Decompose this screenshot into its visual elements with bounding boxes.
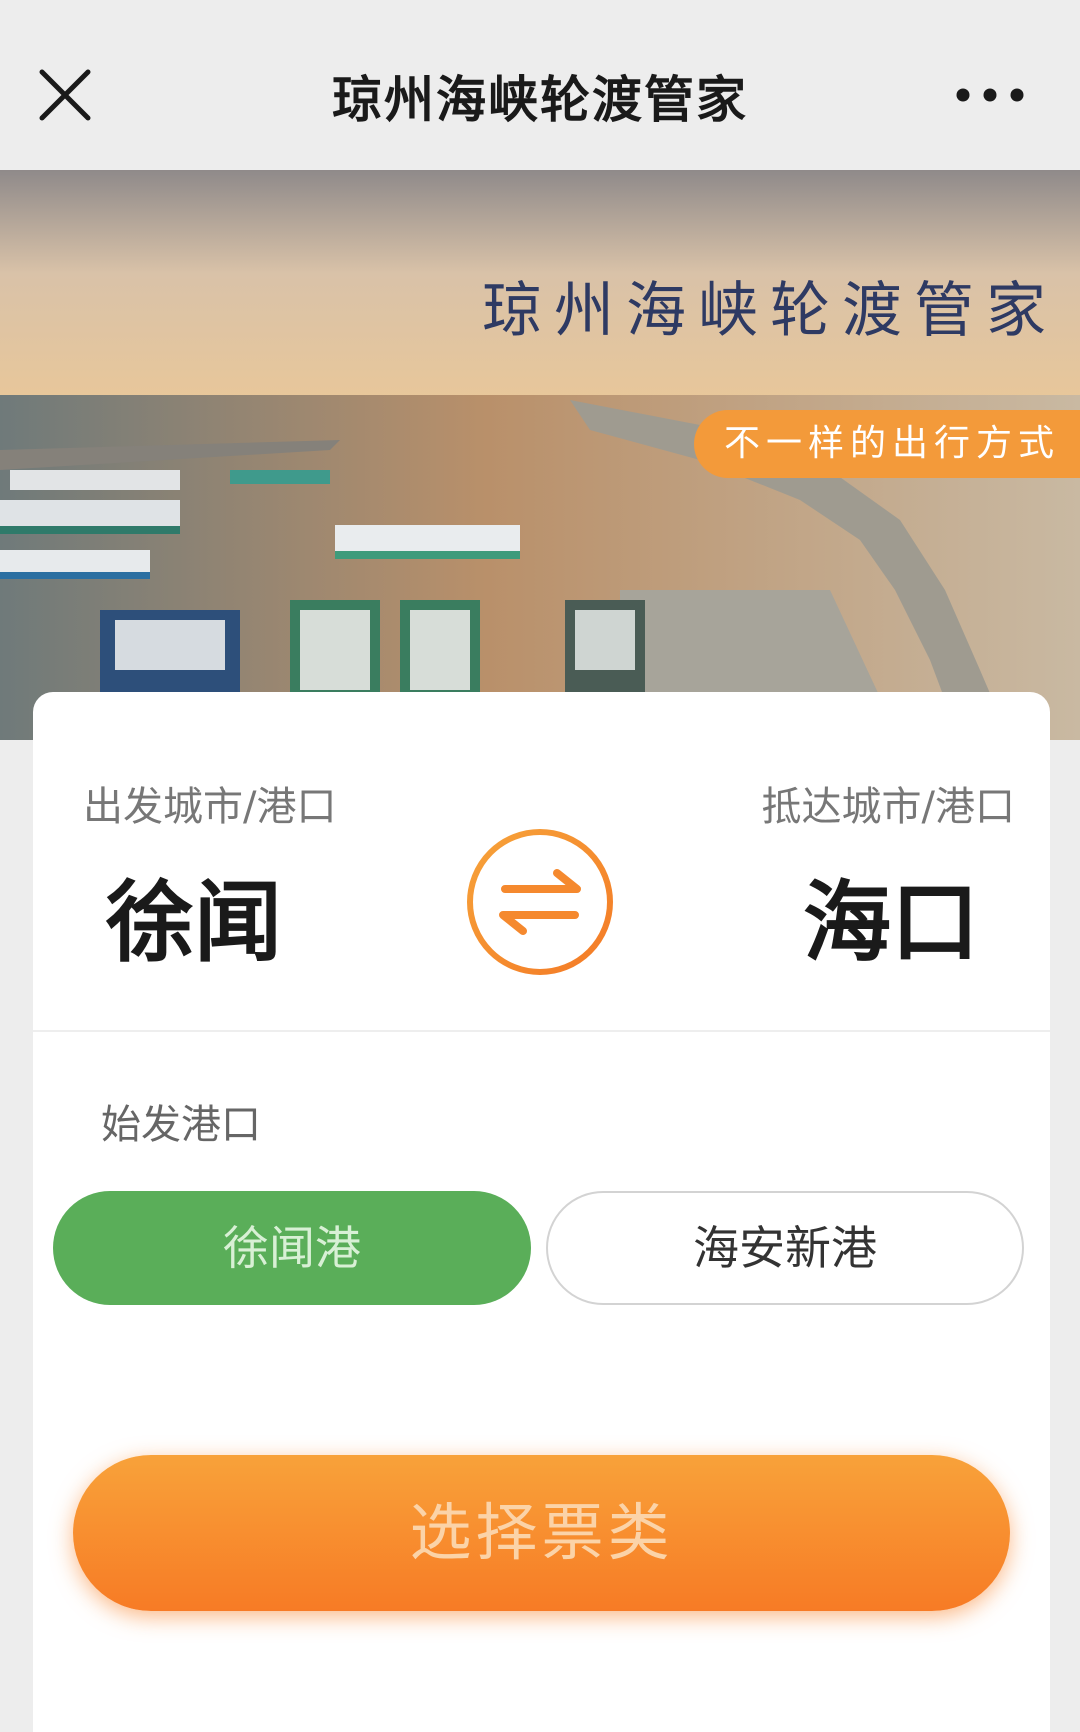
banner-tag: 不一样的出行方式 [693, 410, 1080, 478]
swap-arrows-icon[interactable] [465, 827, 615, 977]
title-bar: 琼州海峡轮渡管家 [0, 0, 1080, 170]
page-title: 琼州海峡轮渡管家 [332, 71, 748, 129]
departure-port-label: 始发港口 [101, 1102, 261, 1148]
to-city[interactable]: 海口 [803, 852, 979, 979]
port-option-xuwen[interactable]: 徐闻港 [53, 1191, 531, 1305]
more-dots-icon[interactable] [955, 78, 1025, 112]
banner-title: 琼州海峡轮渡管家 [482, 276, 1058, 346]
from-label: 出发城市/港口 [83, 784, 337, 830]
booking-card: 出发城市/港口 抵达城市/港口 徐闻 海口 始发港口 徐闻港 海安新港 选择票类 [33, 692, 1050, 1732]
divider [33, 1030, 1050, 1032]
port-option-haian[interactable]: 海安新港 [546, 1191, 1024, 1305]
select-ticket-button[interactable]: 选择票类 [73, 1455, 1010, 1611]
from-city[interactable]: 徐闻 [106, 852, 282, 979]
to-label: 抵达城市/港口 [761, 784, 1015, 830]
hero-banner: 琼州海峡轮渡管家 不一样的出行方式 [0, 170, 1080, 740]
